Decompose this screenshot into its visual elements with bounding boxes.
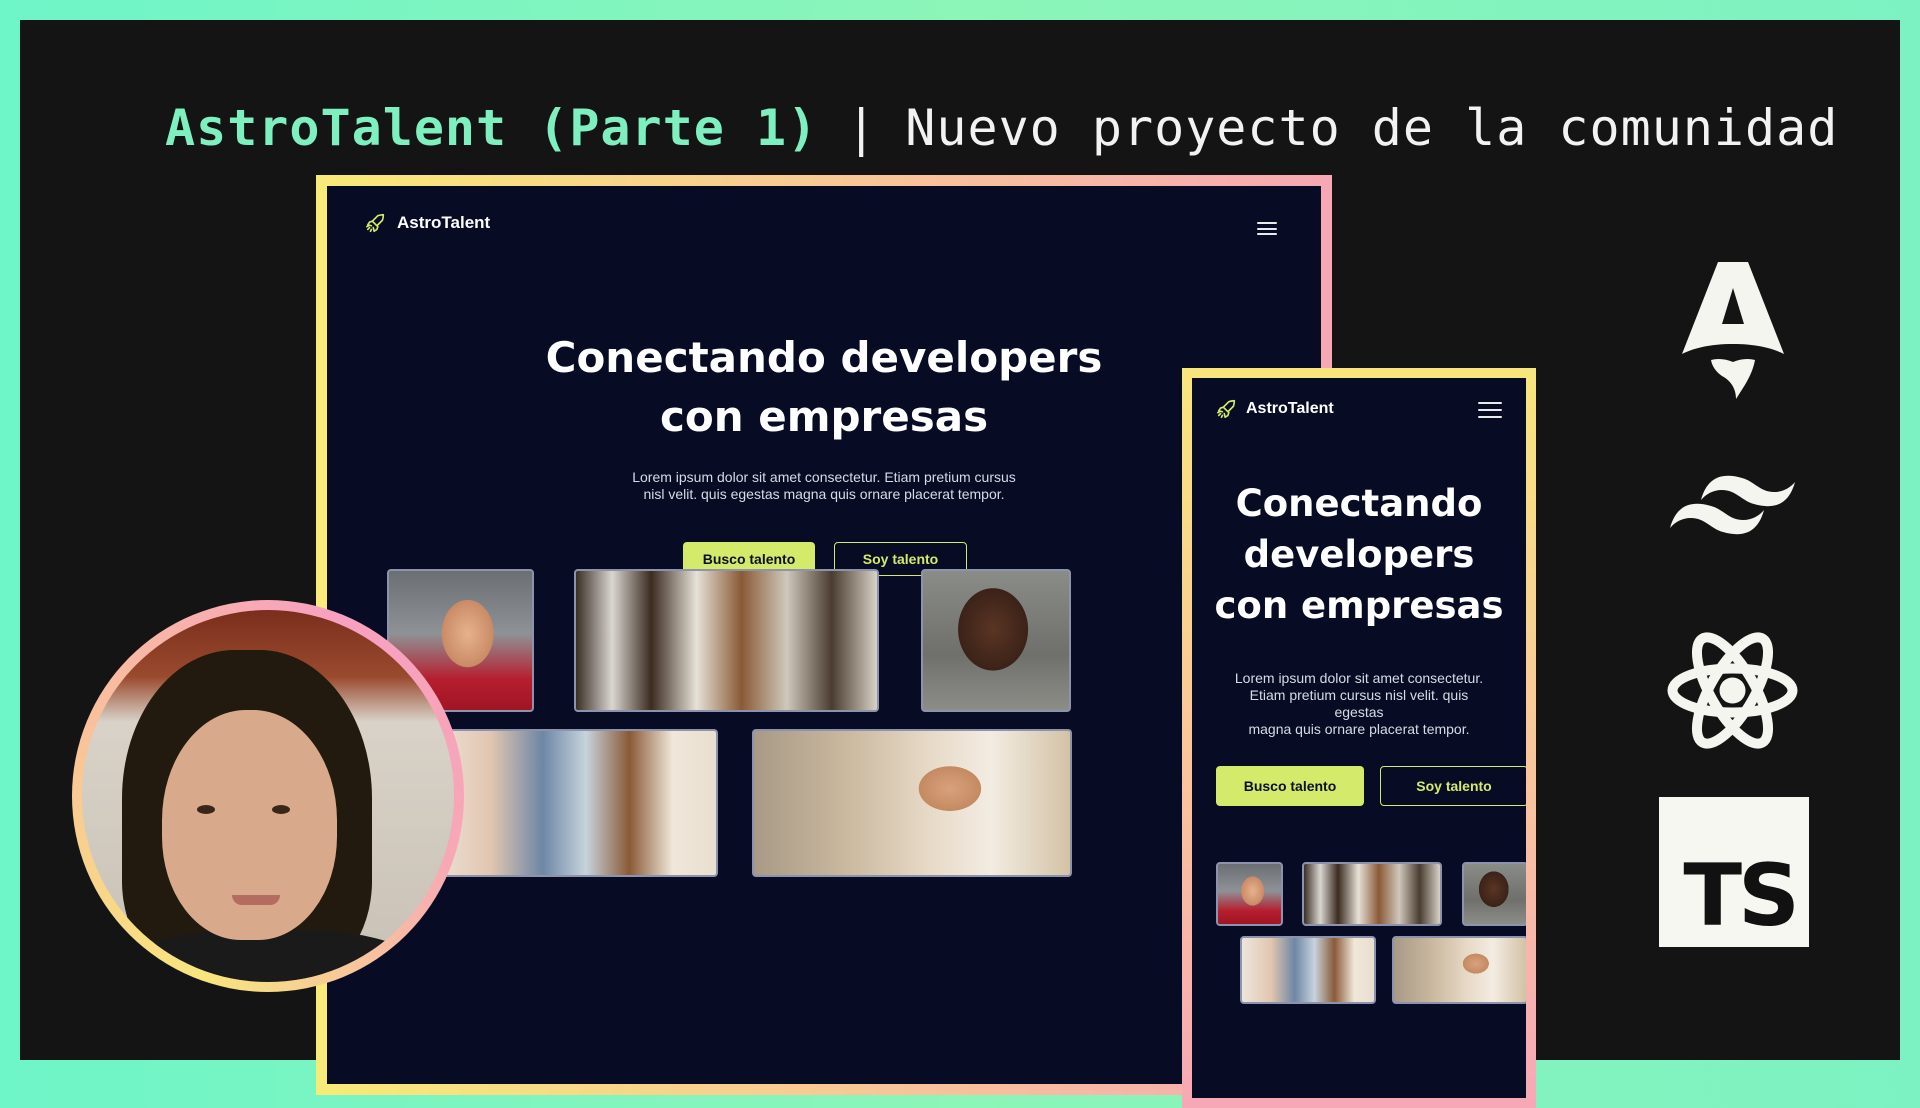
headline-subtitle: Nuevo proyecto de la comunidad [905,99,1839,157]
rocket-icon [366,213,385,233]
talent-photo [921,569,1071,712]
office-photo [574,569,879,712]
hero-description-line: Lorem ipsum dolor sit amet consectetur. … [632,469,1016,485]
headline-separator: | [846,99,878,157]
hero-title-line: con empresas [1214,584,1504,627]
astro-icon [1682,262,1784,399]
team-photo [425,729,718,877]
mobile-mockup: AstroTalent Conectando developers con em… [1192,378,1526,1098]
hero-description-line: Lorem ipsum dolor sit amet consectetur. [1234,670,1484,686]
business-photo [1392,936,1526,1004]
busco-talento-button[interactable]: Busco talento [1216,766,1364,806]
menu-icon[interactable] [1257,222,1277,235]
site-logo[interactable]: AstroTalent [1216,398,1334,420]
desktop-mockup: AstroTalent Conectando developers con em… [327,186,1321,1084]
talent-photo [1216,862,1283,926]
site-logo[interactable]: AstroTalent [365,212,490,234]
hero-title-line: Conectando [1235,482,1483,525]
headline: AstroTalent (Parte 1) | Nuevo proyecto d… [165,88,1838,168]
site-brand: AstroTalent [1246,400,1334,417]
desktop-mockup-frame: AstroTalent Conectando developers con em… [316,175,1332,1095]
typescript-label: TS [1683,846,1800,946]
team-photo [1240,936,1376,1004]
hero-title-line: developers [1243,533,1475,576]
menu-icon[interactable] [1478,402,1502,418]
hero-title-line: Conectando developers [545,333,1103,382]
office-photo [1302,862,1442,926]
hero-description-line: nisl velit. quis egestas magna quis orna… [643,486,1005,502]
headline-accent: AstroTalent (Parte 1) [165,99,819,157]
hero-description: Lorem ipsum dolor sit amet consectetur. … [607,469,1041,503]
business-photo [752,729,1072,877]
hero-description: Lorem ipsum dolor sit amet consectetur. … [1226,670,1492,738]
site-brand: AstroTalent [397,213,491,232]
typescript-icon: TS [1659,797,1809,947]
hero-description-line: magna quis ornare placerat tempor. [1248,721,1470,737]
hero-title: Conectando developers con empresas [1204,478,1514,631]
presenter-avatar [82,610,454,982]
hero-description-line: Etiam pretium cursus nisl velit. quis eg… [1249,687,1469,720]
hero-title: Conectando developers con empresas [327,328,1321,446]
tailwind-icon [1670,475,1795,535]
rocket-icon [1217,399,1236,419]
talent-photo [1462,862,1526,926]
hero-title-line: con empresas [659,392,989,441]
mobile-mockup-frame: AstroTalent Conectando developers con em… [1182,368,1536,1108]
soy-talento-button[interactable]: Soy talento [1380,766,1526,806]
react-icon [1667,632,1798,749]
